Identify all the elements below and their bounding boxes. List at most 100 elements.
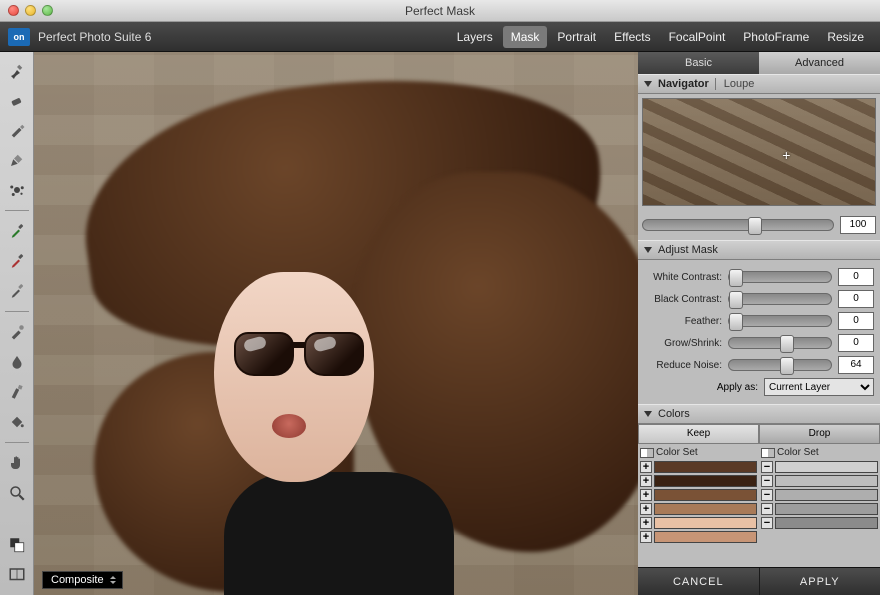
add-swatch-button[interactable]: + xyxy=(640,475,652,487)
brush-tool[interactable] xyxy=(3,56,31,84)
brand-area: on Perfect Photo Suite 6 xyxy=(8,28,151,46)
adjust-value[interactable]: 0 xyxy=(838,312,874,330)
suite-name: Perfect Photo Suite 6 xyxy=(38,30,151,44)
adjust-row: Reduce Noise:64 xyxy=(644,356,874,374)
color-swatch[interactable] xyxy=(775,503,878,515)
close-window-button[interactable] xyxy=(8,5,19,16)
color-picker-tool[interactable] xyxy=(3,277,31,305)
adjust-slider[interactable] xyxy=(728,271,832,283)
color-set-label: Color Set xyxy=(777,447,819,458)
remove-swatch-button[interactable]: − xyxy=(761,517,773,529)
color-swatch[interactable] xyxy=(654,461,757,473)
loupe-tab[interactable]: Loupe xyxy=(715,78,755,90)
bucket-tool[interactable] xyxy=(3,408,31,436)
crayon-tool[interactable] xyxy=(3,116,31,144)
add-swatch-button[interactable]: + xyxy=(640,461,652,473)
right-tab-advanced[interactable]: Advanced xyxy=(759,52,880,74)
disclosure-triangle-icon xyxy=(644,247,652,253)
adjust-label: Feather: xyxy=(644,316,722,327)
module-tab-portrait[interactable]: Portrait xyxy=(549,26,604,48)
adjust-row: Feather: 0 xyxy=(644,312,874,330)
adjust-slider[interactable] xyxy=(728,337,832,349)
adjust-row: White Contrast:0 xyxy=(644,268,874,286)
zoom-slider[interactable] xyxy=(642,219,834,231)
colors-panel-header[interactable]: Colors xyxy=(638,404,880,424)
add-swatch-button[interactable]: + xyxy=(640,517,652,529)
adjust-slider[interactable] xyxy=(728,315,832,327)
pen-tool[interactable] xyxy=(3,146,31,174)
adjust-row: Grow/Shrink: 0 xyxy=(644,334,874,352)
color-swatch[interactable] xyxy=(775,489,878,501)
disclosure-triangle-icon xyxy=(644,411,652,417)
view-mode-label: Composite xyxy=(51,574,104,586)
refine-brush-tool[interactable] xyxy=(3,318,31,346)
color-swatch[interactable] xyxy=(654,475,757,487)
adjust-slider[interactable] xyxy=(728,293,832,305)
window-controls xyxy=(8,5,53,16)
module-tab-resize[interactable]: Resize xyxy=(819,26,872,48)
swatch-row: + xyxy=(640,503,757,515)
swatch-row: + xyxy=(640,517,757,529)
zoom-window-button[interactable] xyxy=(42,5,53,16)
minimize-window-button[interactable] xyxy=(25,5,36,16)
view-mode-select[interactable]: Composite xyxy=(42,571,123,589)
swatch-row: − xyxy=(761,475,878,487)
add-swatch-button[interactable]: + xyxy=(640,503,652,515)
eyedropper-drop-tool[interactable] xyxy=(3,247,31,275)
keep-tab[interactable]: Keep xyxy=(638,424,759,444)
eyedropper-keep-tool[interactable] xyxy=(3,217,31,245)
zoom-tool[interactable] xyxy=(3,479,31,507)
chisel-tool[interactable] xyxy=(3,378,31,406)
tool-strip xyxy=(0,52,34,595)
zoom-value[interactable]: 100 xyxy=(840,216,876,234)
navigator-tab[interactable]: Navigator xyxy=(658,78,709,90)
color-swatch[interactable] xyxy=(775,475,878,487)
remove-swatch-button[interactable]: − xyxy=(761,475,773,487)
module-tab-focalpoint[interactable]: FocalPoint xyxy=(661,26,734,48)
pan-tool[interactable] xyxy=(3,449,31,477)
color-swatch[interactable] xyxy=(654,517,757,529)
apply-button[interactable]: APPLY xyxy=(759,568,880,595)
remove-swatch-button[interactable]: − xyxy=(761,461,773,473)
lips-shape xyxy=(272,414,306,438)
splatter-tool[interactable] xyxy=(3,176,31,204)
eraser-tool[interactable] xyxy=(3,86,31,114)
adjust-label: Grow/Shrink: xyxy=(644,338,722,349)
adjust-value[interactable]: 0 xyxy=(838,268,874,286)
adjust-value[interactable]: 0 xyxy=(838,290,874,308)
module-tab-layers[interactable]: Layers xyxy=(449,26,501,48)
navigator-panel-header[interactable]: Navigator Loupe xyxy=(638,74,880,94)
adjust-value[interactable]: 0 xyxy=(838,334,874,352)
module-tab-photoframe[interactable]: PhotoFrame xyxy=(735,26,817,48)
view-grid-toggle[interactable] xyxy=(3,561,31,589)
remove-swatch-button[interactable]: − xyxy=(761,503,773,515)
cancel-button[interactable]: CANCEL xyxy=(638,568,759,595)
adjust-slider[interactable] xyxy=(728,359,832,371)
swatch-toggle[interactable] xyxy=(3,531,31,559)
right-panel: BasicAdvanced Navigator Loupe + 100 Adju… xyxy=(638,52,880,595)
color-swatch[interactable] xyxy=(654,489,757,501)
color-swatch[interactable] xyxy=(654,503,757,515)
loupe-crosshair-icon: + xyxy=(782,147,790,163)
sunglasses-shape xyxy=(234,332,364,378)
color-swatch[interactable] xyxy=(775,461,878,473)
window-title: Perfect Mask xyxy=(0,4,880,18)
drop-tab[interactable]: Drop xyxy=(759,424,880,444)
add-swatch-button[interactable]: + xyxy=(640,531,652,543)
add-swatch-button[interactable]: + xyxy=(640,489,652,501)
zoom-slider-row: 100 xyxy=(638,210,880,240)
adjust-mask-panel-header[interactable]: Adjust Mask xyxy=(638,240,880,260)
color-swatch[interactable] xyxy=(654,531,757,543)
loupe-preview[interactable]: + xyxy=(642,98,876,206)
drop-brush-tool[interactable] xyxy=(3,348,31,376)
colors-title: Colors xyxy=(658,408,690,420)
image-canvas[interactable] xyxy=(34,52,638,595)
module-tab-mask[interactable]: Mask xyxy=(503,26,548,48)
adjust-value[interactable]: 64 xyxy=(838,356,874,374)
apply-as-select[interactable]: Current Layer xyxy=(764,378,874,396)
module-tab-effects[interactable]: Effects xyxy=(606,26,658,48)
right-tab-basic[interactable]: Basic xyxy=(638,52,759,74)
color-swatch[interactable] xyxy=(775,517,878,529)
color-set-icon xyxy=(640,448,654,458)
remove-swatch-button[interactable]: − xyxy=(761,489,773,501)
